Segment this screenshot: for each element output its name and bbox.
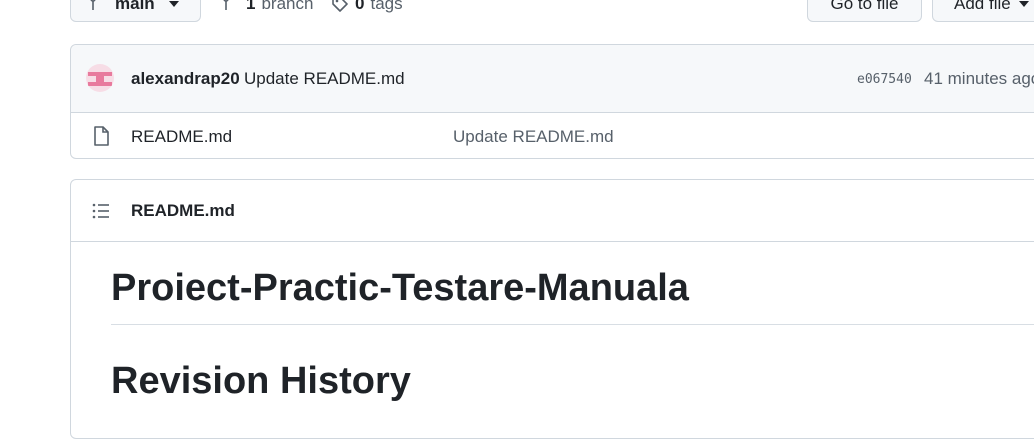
go-to-file-button[interactable]: Go to file — [807, 0, 922, 22]
add-file-button[interactable]: Add file — [932, 0, 1034, 22]
branches-link[interactable]: 1 branch — [222, 0, 313, 14]
tag-word: tags — [370, 0, 403, 13]
branch-label: main — [115, 0, 155, 13]
file-list-box: alexandrap20 Update README.md e067540 41… — [70, 44, 1034, 159]
heading-divider — [111, 324, 1034, 325]
tag-icon — [331, 0, 349, 13]
avatar[interactable] — [86, 64, 114, 92]
git-branch-icon — [222, 0, 236, 12]
readme-box: README.md Proiect-Practic-Testare-Manual… — [70, 179, 1034, 439]
caret-down-icon — [1018, 1, 1029, 7]
tags-link[interactable]: 0 tags — [331, 0, 403, 14]
file-icon — [93, 126, 109, 151]
commit-time: 41 minutes ago — [924, 69, 1034, 88]
latest-commit-bar: alexandrap20 Update README.md e067540 41… — [71, 45, 1034, 113]
caret-down-icon — [168, 1, 179, 7]
git-branch-icon — [89, 0, 103, 12]
file-commit-message[interactable]: Update README.md — [453, 127, 614, 147]
readme-heading-2: Revision History — [111, 360, 411, 402]
readme-heading-1: Proiect-Practic-Testare-Manuala — [111, 267, 689, 309]
branch-select-button[interactable]: main — [70, 0, 201, 22]
readme-header: README.md — [71, 180, 1034, 242]
add-file-label: Add file — [954, 0, 1011, 13]
go-to-file-label: Go to file — [830, 0, 899, 13]
readme-header-title[interactable]: README.md — [131, 201, 235, 221]
tag-count: 0 — [355, 0, 365, 13]
branch-count: 1 — [246, 0, 256, 13]
list-unordered-icon[interactable] — [92, 203, 110, 224]
commit-message[interactable]: Update README.md — [244, 69, 405, 89]
commit-sha[interactable]: e067540 — [857, 72, 912, 87]
file-row[interactable]: README.md Update README.md — [71, 112, 1034, 159]
file-name-link[interactable]: README.md — [131, 127, 232, 147]
branch-word: branch — [261, 0, 314, 13]
commit-author[interactable]: alexandrap20 — [131, 69, 240, 89]
